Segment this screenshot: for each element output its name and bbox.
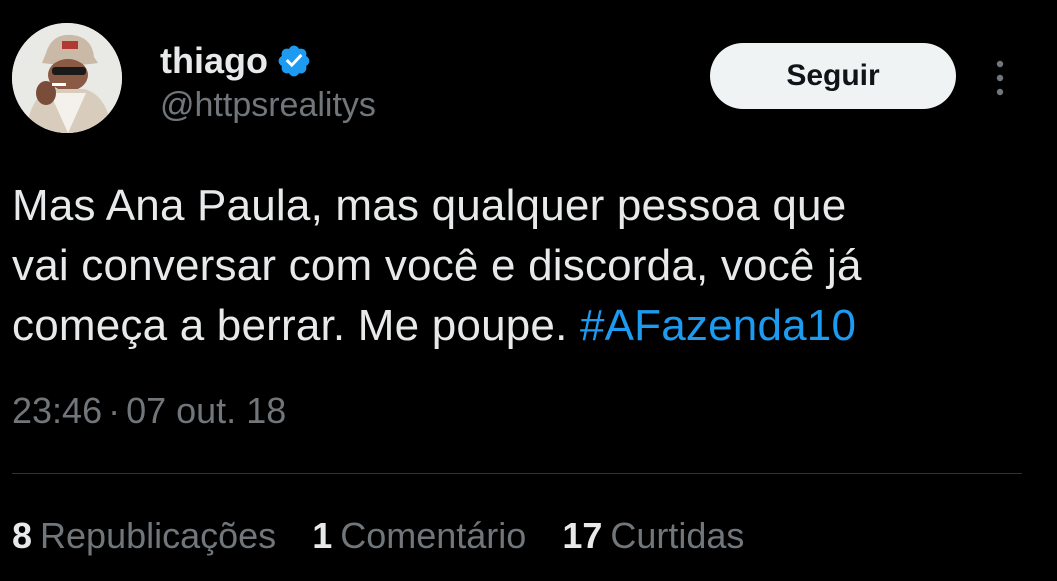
stat-count: 17 <box>562 515 603 556</box>
stat-likes[interactable]: 17 Curtidas <box>562 515 744 557</box>
avatar-image <box>12 23 122 133</box>
author-avatar[interactable] <box>12 23 122 133</box>
author-display-name[interactable]: thiago <box>160 40 268 82</box>
tweet-text-line: vai conversar com você e discorda, você … <box>12 241 862 290</box>
author-handle[interactable]: @httpsrealitys <box>160 86 376 125</box>
stat-count: 8 <box>12 515 33 556</box>
stat-label: Curtidas <box>610 515 745 556</box>
tweet-text: Mas Ana Paula, mas qualquer pessoa que v… <box>12 176 1042 356</box>
divider <box>12 473 1022 474</box>
engagement-stats: 8 Republicações 1 Comentário 17 Curtidas <box>12 515 780 557</box>
tweet-text-line: começa a berrar. Me poupe. #AFazenda10 <box>12 296 1042 356</box>
stat-label: Republicações <box>40 515 277 556</box>
hashtag-link[interactable]: #AFazenda10 <box>580 301 856 350</box>
verified-badge-icon[interactable] <box>276 43 312 79</box>
stat-reposts[interactable]: 8 Republicações <box>12 515 276 557</box>
tweet-timestamp[interactable]: 23:46 · 07 out. 18 <box>12 390 286 432</box>
tweet-text-line: Mas Ana Paula, mas qualquer pessoa que <box>12 181 847 230</box>
display-name-row: thiago <box>160 36 376 86</box>
more-vertical-icon[interactable] <box>988 56 1012 100</box>
follow-button[interactable]: Seguir <box>710 43 956 109</box>
tweet-text-segment: começa a berrar. Me poupe. <box>12 301 580 350</box>
tweet-card: thiago @httpsrealitys Seguir Mas Ana Pau… <box>0 0 1057 581</box>
tweet-date: 07 out. 18 <box>126 390 287 431</box>
stat-comments[interactable]: 1 Comentário <box>312 515 526 557</box>
separator-dot: · <box>108 390 121 431</box>
tweet-time: 23:46 <box>12 390 103 431</box>
stat-label: Comentário <box>340 515 527 556</box>
stat-count: 1 <box>312 515 333 556</box>
author-names: thiago @httpsrealitys <box>160 36 376 125</box>
